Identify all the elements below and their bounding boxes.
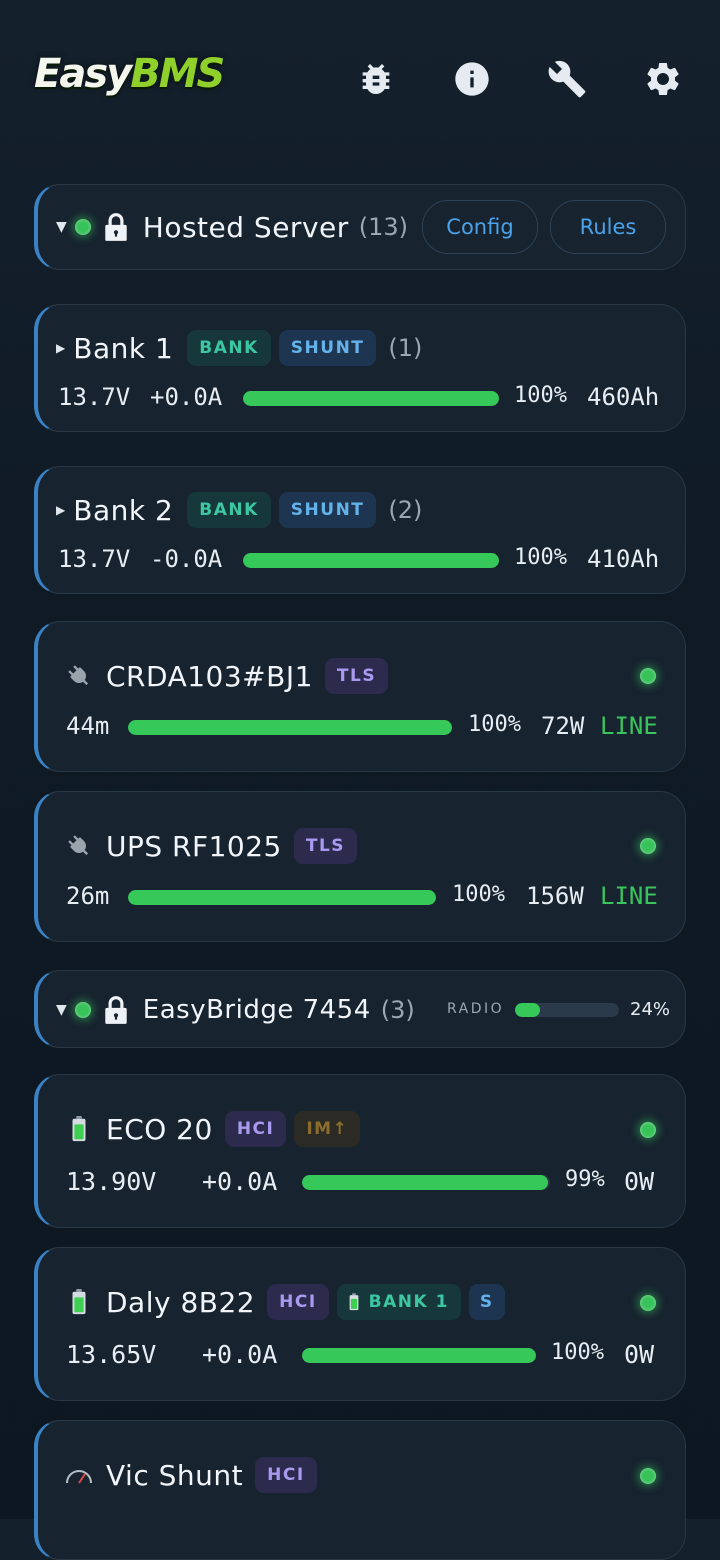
device-soc: 100% xyxy=(551,1340,604,1365)
radio-signal-bar xyxy=(515,1003,619,1017)
ups-name: CRDA103#BJ1 xyxy=(106,659,313,693)
device-card[interactable]: ECO 20 HCI IM↑ 13.90V +0.0A 99% 0W xyxy=(34,1074,686,1228)
status-dot xyxy=(74,1002,91,1018)
tls-tag: TLS xyxy=(293,828,358,864)
device-card[interactable]: Daly 8B22 HCI BANK 1 S 13.65V +0.0A 100%… xyxy=(34,1247,686,1401)
server-card[interactable]: ▼ Hosted Server (13) Config Rules xyxy=(34,184,686,270)
tls-tag: TLS xyxy=(324,658,389,694)
ups-power: 156W xyxy=(526,882,584,910)
device-power: 0W xyxy=(624,1340,655,1369)
ups-card[interactable]: CRDA103#BJ1 TLS 44m 100% 72W LINE xyxy=(34,621,686,772)
device-card[interactable]: Vic Shunt HCI xyxy=(34,1420,686,1560)
soc-bar xyxy=(302,1348,536,1363)
collapse-toggle-icon[interactable]: ▼ xyxy=(56,219,67,235)
wrench-icon[interactable] xyxy=(544,56,590,102)
plug-icon xyxy=(64,831,94,861)
server-title: Hosted Server xyxy=(142,210,349,244)
soc-bar xyxy=(128,890,436,905)
status-dot xyxy=(640,1468,656,1484)
bank-capacity: 460Ah xyxy=(587,383,660,411)
bank-voltage: 13.7V xyxy=(58,383,131,411)
im-tag: IM↑ xyxy=(294,1111,361,1147)
info-icon[interactable] xyxy=(449,56,495,102)
hci-tag: HCI xyxy=(255,1457,317,1493)
device-current: +0.0A xyxy=(202,1340,278,1369)
bridge-count: (3) xyxy=(380,996,415,1024)
battery-icon xyxy=(64,1287,94,1317)
device-name: Vic Shunt xyxy=(106,1458,244,1492)
gauge-icon xyxy=(64,1460,94,1490)
config-button[interactable]: Config xyxy=(422,200,538,254)
bank-current: +0.0A xyxy=(150,383,223,411)
status-dot xyxy=(640,668,656,684)
soc-bar xyxy=(243,553,499,568)
device-voltage: 13.90V xyxy=(66,1167,157,1196)
soc-bar xyxy=(243,391,499,406)
app-logo: EasyBMS xyxy=(34,51,225,97)
device-soc: 99% xyxy=(565,1167,605,1192)
battery-icon xyxy=(64,1114,94,1144)
gear-icon[interactable] xyxy=(640,56,686,102)
bank-link-label: BANK 1 xyxy=(368,1292,449,1312)
lock-icon xyxy=(105,996,127,1024)
shunt-tag: SHUNT xyxy=(278,330,377,366)
soc-bar xyxy=(128,720,452,735)
bridge-card[interactable]: ▼ EasyBridge 7454 (3) RADIO 24% xyxy=(34,970,686,1048)
device-name: Daly 8B22 xyxy=(106,1285,256,1319)
bank-card[interactable]: ▶ Bank 1 BANK SHUNT (1) 13.7V +0.0A 100%… xyxy=(34,304,686,432)
bank-count: (2) xyxy=(388,496,423,524)
bank-soc: 100% xyxy=(514,545,567,570)
bridge-title: EasyBridge 7454 xyxy=(142,995,371,1025)
bank-tag: BANK xyxy=(187,492,271,528)
hci-tag: HCI xyxy=(224,1111,287,1147)
bank-voltage: 13.7V xyxy=(58,545,131,573)
status-dot xyxy=(640,1122,656,1138)
ups-mode: LINE xyxy=(600,712,658,740)
device-name: ECO 20 xyxy=(106,1112,213,1146)
bank-name: Bank 1 xyxy=(73,331,174,365)
device-voltage: 13.65V xyxy=(66,1340,157,1369)
ups-runtime: 44m xyxy=(66,712,110,740)
lock-icon xyxy=(105,213,127,241)
ups-mode: LINE xyxy=(600,882,658,910)
radio-percent: 24% xyxy=(630,999,671,1020)
bug-icon[interactable] xyxy=(353,56,399,102)
device-power: 0W xyxy=(624,1167,655,1196)
ups-soc: 100% xyxy=(452,882,505,907)
expand-toggle-icon[interactable]: ▶ xyxy=(56,503,65,517)
battery-icon xyxy=(349,1293,359,1311)
ups-name: UPS RF1025 xyxy=(106,829,282,863)
bank-current: -0.0A xyxy=(150,545,223,573)
rules-button[interactable]: Rules xyxy=(550,200,666,254)
server-count: (13) xyxy=(358,213,409,241)
ups-soc: 100% xyxy=(468,712,521,737)
bank-count: (1) xyxy=(388,334,423,362)
bank-link-tag[interactable]: BANK 1 xyxy=(336,1284,461,1320)
collapse-toggle-icon[interactable]: ▼ xyxy=(56,1002,67,1018)
shunt-tag: SHUNT xyxy=(278,492,377,528)
status-dot xyxy=(640,1295,656,1311)
ups-card[interactable]: UPS RF1025 TLS 26m 100% 156W LINE xyxy=(34,791,686,942)
expand-toggle-icon[interactable]: ▶ xyxy=(56,341,65,355)
bank-name: Bank 2 xyxy=(73,493,174,527)
soc-bar xyxy=(302,1175,550,1190)
hci-tag: HCI xyxy=(267,1284,329,1320)
plug-icon xyxy=(64,661,94,691)
status-dot xyxy=(640,838,656,854)
ups-runtime: 26m xyxy=(66,882,110,910)
bank-tag: BANK xyxy=(187,330,271,366)
ups-power: 72W xyxy=(541,712,585,740)
bank-capacity: 410Ah xyxy=(587,545,660,573)
status-dot xyxy=(74,219,91,235)
bank-card[interactable]: ▶ Bank 2 BANK SHUNT (2) 13.7V -0.0A 100%… xyxy=(34,466,686,594)
bank-soc: 100% xyxy=(514,383,567,408)
device-current: +0.0A xyxy=(202,1167,278,1196)
radio-label: RADIO xyxy=(447,1001,505,1017)
s-tag: S xyxy=(468,1284,505,1320)
